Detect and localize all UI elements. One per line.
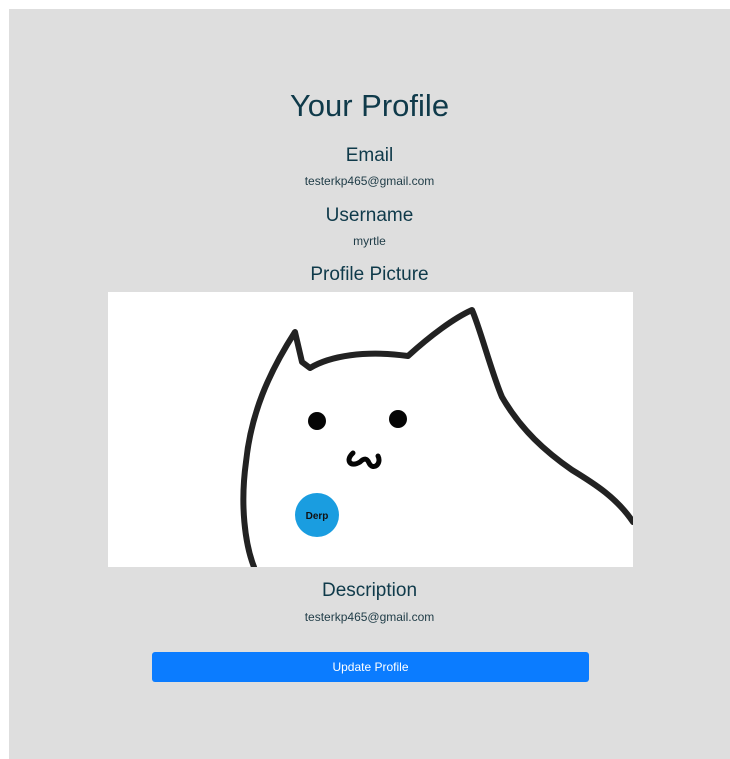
profile-picture: Derp — [108, 292, 633, 567]
description-value: testerkp465@gmail.com — [304, 610, 435, 624]
profile-content: Your Profile Email testerkp465@gmail.com… — [9, 9, 730, 759]
profile-panel: Your Profile Email testerkp465@gmail.com… — [9, 9, 730, 759]
update-profile-button[interactable]: Update Profile — [152, 652, 589, 682]
username-value: myrtle — [353, 234, 386, 248]
picture-background — [108, 292, 633, 567]
left-eye — [308, 412, 326, 430]
email-value: testerkp465@gmail.com — [304, 174, 435, 188]
username-heading: Username — [325, 205, 414, 226]
derp-badge: Derp — [295, 493, 339, 537]
page-title: Your Profile — [289, 88, 450, 123]
derp-badge-text: Derp — [306, 511, 329, 522]
email-heading: Email — [345, 145, 394, 166]
cat-drawing-image: Derp — [108, 292, 633, 567]
profile-picture-heading: Profile Picture — [310, 264, 429, 285]
right-eye — [389, 410, 407, 428]
description-heading: Description — [321, 580, 418, 601]
